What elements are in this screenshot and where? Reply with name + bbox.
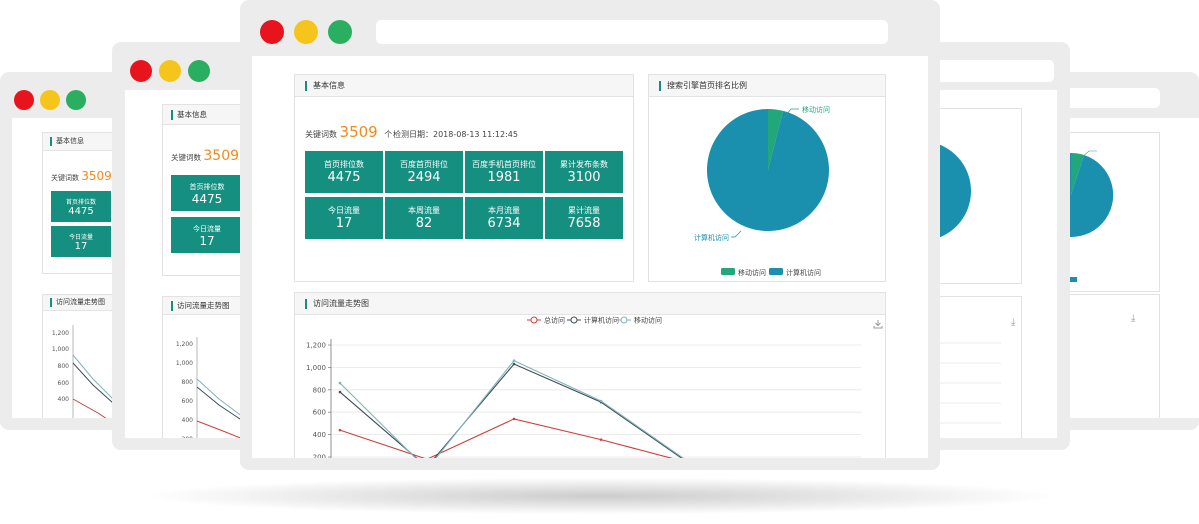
legend-label: 计算机访问 [786, 268, 821, 277]
data-point [338, 390, 342, 394]
data-point [338, 428, 342, 432]
data-point [599, 438, 603, 441]
detect-label: 检测日期： [393, 130, 433, 139]
address-bar[interactable] [376, 20, 888, 44]
data-point [512, 362, 516, 366]
data-point [512, 359, 516, 362]
keyword-label: 关键词数 [305, 130, 337, 139]
traffic-line-chart: 200 400 600 800 1,000 1,200 总访问 计算机访问 移动访问 [306, 316, 861, 459]
data-point [512, 417, 516, 421]
minimize-dot[interactable] [40, 90, 60, 110]
legend-marker [570, 316, 578, 324]
y-tick-label: 600 [313, 409, 326, 417]
panel-title: 基本信息 [177, 110, 207, 119]
traffic-trend-panel: 访问流量走势图 200 400 600 800 1,000 1,200 总访问 计算机访问 移动… [294, 292, 886, 458]
browser-window-main: 基本信息 关键词数 3509 个 检测日期：2018-08-13 11:12:4… [240, 0, 940, 470]
maximize-dot[interactable] [188, 60, 210, 82]
y-tick-label: 400 [313, 431, 326, 439]
search-engine-ratio-panel: 搜索引擎首页排名比例 移动访问 计算机访问 移动访问 计算机访问 [648, 74, 886, 282]
legend-label: 移动访问 [634, 316, 662, 325]
legend-label: 总访问 [544, 316, 565, 325]
keyword-unit: 个 [384, 130, 393, 139]
maximize-dot[interactable] [328, 20, 352, 44]
download-icon[interactable]: ⤓ [1131, 313, 1135, 324]
panel-title: 访问流量走势图 [313, 299, 369, 308]
series-line [339, 418, 673, 458]
pie-chart: 移动访问计算机访问移动访问 计算机访问 [694, 105, 830, 277]
legend-swatch [721, 268, 735, 275]
legend-label: 移动访问 [738, 268, 766, 277]
detect-date: 检测日期：2018-08-13 11:12:45 [393, 129, 518, 140]
close-dot[interactable] [130, 60, 152, 82]
address-bar[interactable] [930, 60, 1054, 82]
metric-tile-total-posts: 累计发布条数 3100 [545, 151, 623, 193]
data-point [338, 381, 342, 385]
panel-title: 基本信息 [56, 137, 84, 145]
close-dot[interactable] [260, 20, 284, 44]
metric-tile-month-traffic: 本月流量 6734 [465, 197, 543, 239]
maximize-dot[interactable] [66, 90, 86, 110]
minimize-dot[interactable] [159, 60, 181, 82]
pie-slice-label: 计算机访问 [694, 233, 729, 242]
metric-tile: 今日流量 17 [171, 217, 243, 253]
metric-tile-total-traffic: 累计流量 7658 [545, 197, 623, 239]
minimize-dot[interactable] [294, 20, 318, 44]
y-tick-label: 800 [313, 386, 326, 394]
metric-tile-baidu-rank: 百度首页排位 2494 [385, 151, 463, 193]
detect-value: 2018-08-13 11:12:45 [433, 130, 518, 139]
metric-tile: 今日流量 17 [51, 226, 111, 257]
panel-title: 搜索引擎首页排名比例 [667, 81, 747, 90]
legend-marker [620, 316, 628, 324]
y-tick-label: 1,000 [306, 364, 326, 372]
keyword-count: 关键词数 3509 个 [305, 123, 392, 141]
panel-title: 基本信息 [313, 81, 345, 90]
legend-marker [530, 316, 538, 324]
close-dot[interactable] [14, 90, 34, 110]
pie-slice-label: 移动访问 [802, 105, 830, 114]
keyword-count: 关键词数 3509 个 [171, 148, 249, 164]
data-point [599, 399, 603, 403]
pie-leader-line [731, 230, 742, 238]
legend-label: 计算机访问 [584, 316, 619, 325]
y-tick-label: 200 [313, 454, 326, 459]
series-line [339, 359, 684, 458]
page-content: 基本信息 关键词数 3509 个 检测日期：2018-08-13 11:12:4… [252, 56, 928, 458]
metric-tile: 首页排位数 4475 [51, 191, 111, 222]
y-tick-label: 1,200 [306, 342, 326, 350]
basic-info-panel: 基本信息 关键词数 3509 个 检测日期：2018-08-13 11:12:4… [294, 74, 634, 282]
legend-swatch [769, 268, 783, 275]
drop-shadow [150, 478, 1050, 514]
address-bar[interactable] [1065, 88, 1160, 108]
series-line [339, 363, 683, 458]
keyword-value: 3509 [339, 123, 378, 141]
keyword-count: 关键词数 3509 个 [51, 169, 121, 183]
metric-tile-home-rank: 首页排位数 4475 [305, 151, 383, 193]
metric-tile-today-traffic: 今日流量 17 [305, 197, 383, 239]
metric-tile-week-traffic: 本周流量 82 [385, 197, 463, 239]
metric-tile: 首页排位数 4475 [171, 175, 243, 211]
metric-tile-baidu-mobile-rank: 百度手机首页排位 1981 [465, 151, 543, 193]
pie-slice [707, 109, 829, 232]
